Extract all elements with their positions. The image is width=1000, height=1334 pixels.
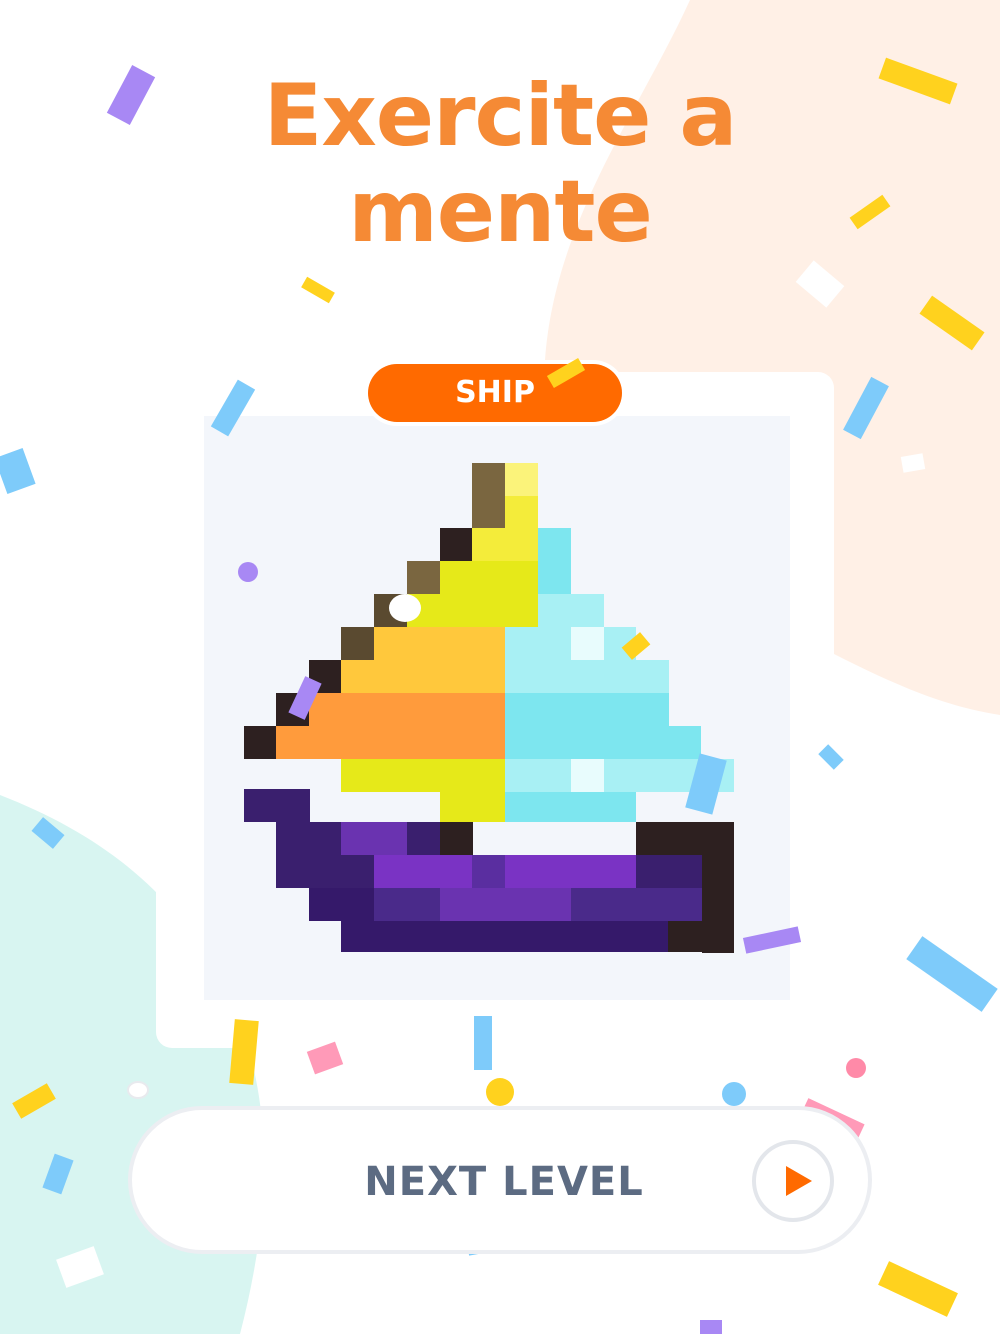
play-icon[interactable]	[752, 1140, 834, 1222]
next-level-button[interactable]: NEXT LEVEL	[128, 1106, 872, 1254]
play-triangle	[786, 1166, 812, 1196]
